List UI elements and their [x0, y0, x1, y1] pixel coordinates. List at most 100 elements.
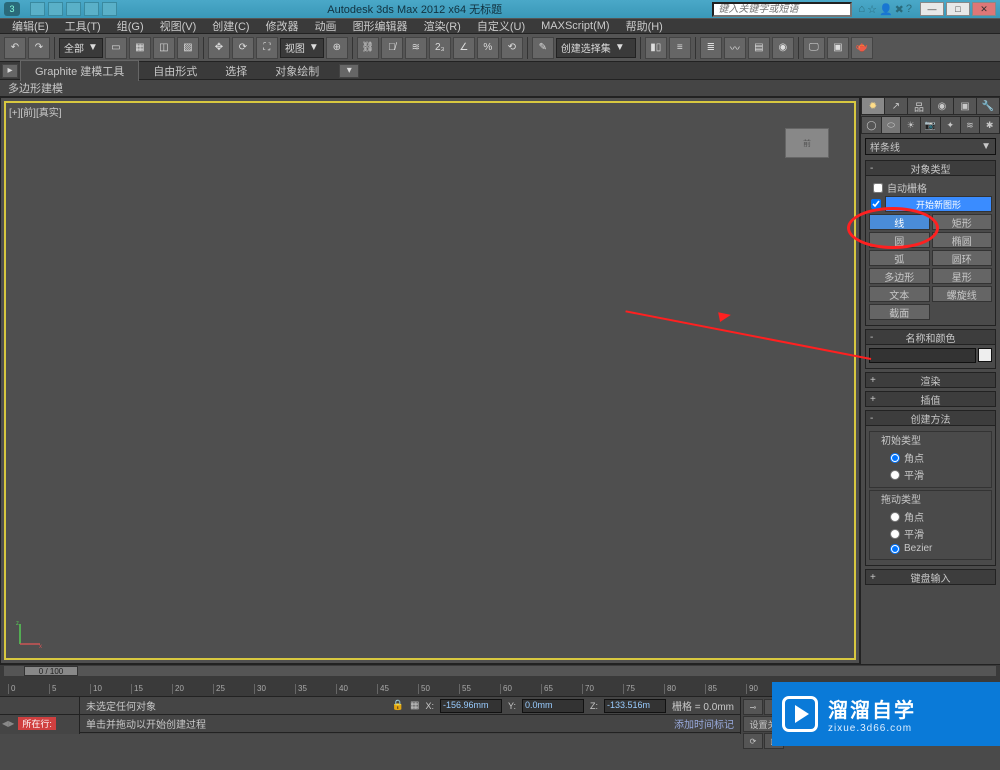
ribbon-tab-freeform[interactable]: 自由形式	[139, 61, 211, 81]
viewcube[interactable]: 前	[785, 128, 829, 158]
ribbon-collapse-icon[interactable]: ▸	[2, 64, 18, 78]
align-icon[interactable]: ≡	[669, 37, 691, 59]
snap-toggle-icon[interactable]: 2₃	[429, 37, 451, 59]
percent-snap-icon[interactable]: %	[477, 37, 499, 59]
material-editor-icon[interactable]: ◉	[772, 37, 794, 59]
qat-undo-icon[interactable]	[66, 2, 81, 16]
geometry-subtab-icon[interactable]: ◯	[862, 117, 881, 133]
ngon-button[interactable]: 多边形	[869, 268, 930, 284]
redo-icon[interactable]: ↷	[28, 37, 50, 59]
menu-customize[interactable]: 自定义(U)	[469, 18, 533, 34]
menu-create[interactable]: 创建(C)	[204, 18, 257, 34]
autogrid-checkbox[interactable]: 自动栅格	[869, 179, 992, 196]
object-color-swatch[interactable]	[978, 348, 992, 362]
motion-tab-icon[interactable]: ◉	[931, 98, 953, 114]
ribbon-tab-selection[interactable]: 选择	[211, 61, 261, 81]
signin-icon[interactable]: 👤	[879, 3, 893, 16]
named-selection-sets[interactable]: 创建选择集▼	[556, 38, 636, 58]
display-tab-icon[interactable]: ▣	[954, 98, 976, 114]
nav-orbit-icon[interactable]: ⟳	[743, 733, 763, 749]
x-coord-input[interactable]: -156.96mm	[440, 699, 502, 713]
rollout-creation-method[interactable]: -创建方法	[865, 410, 996, 426]
scale-icon[interactable]: ⛶	[256, 37, 278, 59]
rendered-frame-icon[interactable]: ▣	[827, 37, 849, 59]
lights-subtab-icon[interactable]: ☀	[901, 117, 920, 133]
utilities-tab-icon[interactable]: 🔧	[977, 98, 999, 114]
render-prod-icon[interactable]: 🫖	[851, 37, 873, 59]
menu-edit[interactable]: 编辑(E)	[4, 18, 57, 34]
key-mode-icon[interactable]: ⊸	[743, 699, 763, 715]
maximize-button[interactable]: □	[946, 2, 970, 16]
time-slider-handle[interactable]: 0 / 100	[24, 666, 78, 676]
modify-tab-icon[interactable]: ↗	[885, 98, 907, 114]
transform-type-icon[interactable]: ▦	[410, 700, 419, 711]
drag-smooth-radio[interactable]: 平滑	[874, 525, 987, 542]
helix-button[interactable]: 螺旋线	[932, 286, 993, 302]
rollout-object-type[interactable]: -对象类型	[865, 160, 996, 176]
bind-spacewarp-icon[interactable]: ≋	[405, 37, 427, 59]
rotate-icon[interactable]: ⟳	[232, 37, 254, 59]
menu-maxscript[interactable]: MAXScript(M)	[533, 20, 617, 32]
menu-help[interactable]: 帮助(H)	[618, 18, 671, 34]
create-tab-icon[interactable]: ✹	[862, 98, 884, 114]
star-button[interactable]: 星形	[932, 268, 993, 284]
curve-editor-icon[interactable]: 〰	[724, 37, 746, 59]
rectangle-button[interactable]: 矩形	[932, 214, 993, 230]
exchange-icon[interactable]: ✖	[895, 3, 904, 16]
rollout-name-color[interactable]: -名称和颜色	[865, 329, 996, 345]
viewport[interactable]: [+][前][真实] 前 z x	[0, 97, 860, 664]
qat-save-icon[interactable]	[48, 2, 63, 16]
rollout-keyboard-entry[interactable]: +键盘输入	[865, 569, 996, 585]
schematic-icon[interactable]: ▤	[748, 37, 770, 59]
ellipse-button[interactable]: 椭圆	[932, 232, 993, 248]
systems-subtab-icon[interactable]: ✱	[980, 117, 999, 133]
selection-filter[interactable]: 全部▼	[59, 38, 103, 58]
menu-modifiers[interactable]: 修改器	[258, 18, 307, 34]
rollout-interpolation[interactable]: +插值	[865, 391, 996, 407]
qat-open-icon[interactable]	[30, 2, 45, 16]
z-coord-input[interactable]: -133.516m	[604, 699, 666, 713]
object-name-input[interactable]	[869, 348, 976, 363]
circle-button[interactable]: 圆	[869, 232, 930, 248]
select-icon[interactable]: ▭	[105, 37, 127, 59]
menu-animation[interactable]: 动画	[307, 18, 345, 34]
helpers-subtab-icon[interactable]: ✦	[941, 117, 960, 133]
shapes-subtab-icon[interactable]: ⬭	[882, 117, 901, 133]
initial-smooth-radio[interactable]: 平滑	[874, 466, 987, 483]
script-mini-listener[interactable]	[0, 697, 79, 715]
ref-coord-system[interactable]: 视图▼	[280, 38, 324, 58]
fav-icon[interactable]: ☆	[867, 3, 877, 16]
qat-more-icon[interactable]	[102, 2, 117, 16]
selectname-icon[interactable]: ▦	[129, 37, 151, 59]
menu-tools[interactable]: 工具(T)	[57, 18, 109, 34]
ribbon-tab-objectpaint[interactable]: 对象绘制	[261, 61, 333, 81]
nsel-edit-icon[interactable]: ✎	[532, 37, 554, 59]
lock-selection-icon[interactable]: 🔒	[392, 700, 404, 711]
ribbon-expand-icon[interactable]: ▾	[339, 64, 359, 78]
cameras-subtab-icon[interactable]: 📷	[921, 117, 940, 133]
start-new-shape-button[interactable]: 开始新图形	[885, 196, 992, 212]
mirror-icon[interactable]: ▮▯	[645, 37, 667, 59]
menu-views[interactable]: 视图(V)	[152, 18, 205, 34]
line-button[interactable]: 线	[869, 214, 930, 230]
help-icon[interactable]: ?	[906, 3, 912, 16]
window-crossing-icon[interactable]: ▨	[177, 37, 199, 59]
angle-snap-icon[interactable]: ∠	[453, 37, 475, 59]
infocenter-icon[interactable]: ⌂	[858, 3, 865, 16]
layers-icon[interactable]: ≣	[700, 37, 722, 59]
spinner-snap-icon[interactable]: ⟲	[501, 37, 523, 59]
selectregion-icon[interactable]: ◫	[153, 37, 175, 59]
drag-corner-radio[interactable]: 角点	[874, 508, 987, 525]
hierarchy-tab-icon[interactable]: 品	[908, 98, 930, 114]
minimize-button[interactable]: —	[920, 2, 944, 16]
move-icon[interactable]: ✥	[208, 37, 230, 59]
startshape-checkbox[interactable]	[869, 196, 883, 212]
menu-grapheditors[interactable]: 图形编辑器	[345, 18, 416, 34]
drag-bezier-radio[interactable]: Bezier	[874, 542, 987, 555]
text-button[interactable]: 文本	[869, 286, 930, 302]
menu-group[interactable]: 组(G)	[109, 18, 152, 34]
undo-icon[interactable]: ↶	[4, 37, 26, 59]
add-time-tag[interactable]: 添加时间标记	[674, 716, 734, 731]
search-input[interactable]	[712, 2, 852, 17]
shape-category-dropdown[interactable]: 样条线▼	[865, 138, 996, 155]
